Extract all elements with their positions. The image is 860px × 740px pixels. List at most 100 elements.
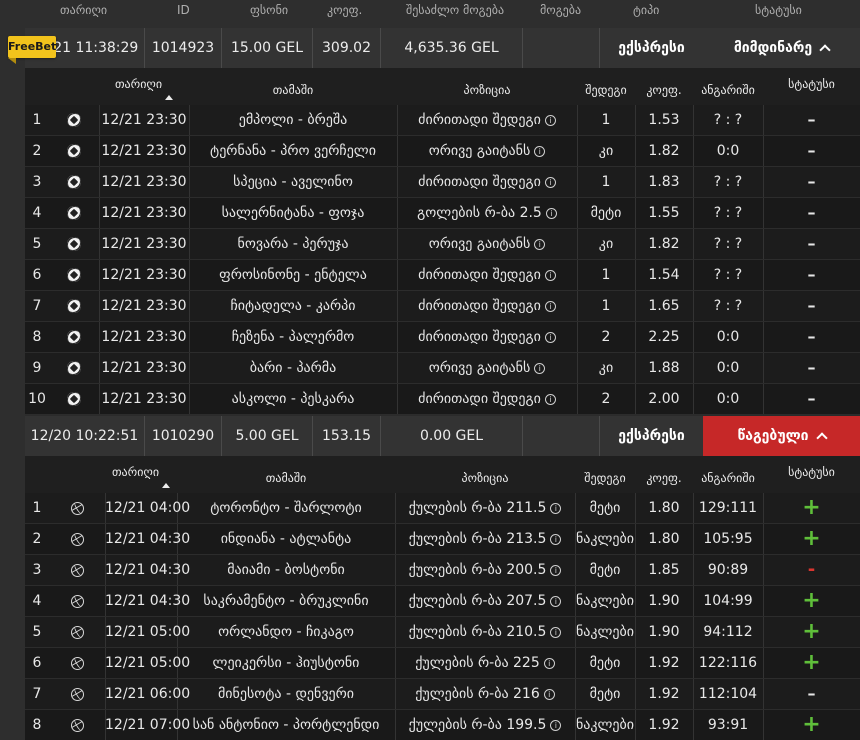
cell-game: ბარი - პარმა (249, 360, 337, 376)
info-icon[interactable]: i (534, 363, 546, 374)
status-cell: – (763, 322, 860, 352)
pending-dash-icon: – (807, 203, 816, 222)
cell-date: 12/21 04:30 (105, 531, 191, 547)
cell-game: ტერნანა - პრო ვერჩელი (210, 143, 376, 159)
header-score: ანგარიში (693, 83, 763, 97)
status-cell: + (763, 524, 860, 554)
sport-cell (49, 353, 99, 383)
position-cell: ძირითადი შედეგი i (397, 384, 577, 414)
header-date-label: თარიღი (111, 465, 160, 479)
cell-game: ასკოლი - პესკარა (231, 391, 355, 407)
cell-result: მეტი (589, 686, 621, 702)
info-icon[interactable]: i (545, 208, 557, 219)
cell-score: ? : ? (713, 267, 743, 283)
header-result-label: შედეგი (584, 471, 626, 485)
info-icon[interactable]: i (544, 115, 556, 126)
details-header: თარიღი თამაში პოზიცია შედეგი კოეფ. ანგარიში სტ… (25, 68, 860, 105)
bet-date: 12/20 10:22:51 (25, 416, 145, 456)
soccer-ball-icon (67, 299, 81, 313)
info-icon[interactable]: i (544, 301, 556, 312)
info-icon[interactable]: i (550, 534, 562, 545)
cell-result: 1 (601, 267, 611, 283)
bet-status-toggle-button[interactable]: მიმდინარე (703, 28, 860, 68)
info-icon[interactable]: i (550, 720, 562, 731)
table-row: 9 12/21 23:30 ბარი - პარმა ორივე გაიტანს i კი… (25, 353, 860, 384)
status-cell: – (763, 198, 860, 228)
soccer-ball-icon (67, 144, 81, 158)
position-cell: ქულების რ-ბა 200.5 i (395, 555, 575, 585)
sort-ascending-icon (165, 95, 174, 100)
position-label: ქულების რ-ბა 199.5 (408, 717, 547, 733)
cell-result: მეტი (590, 205, 622, 221)
col-possible-win: შესაძლო მოგება (406, 3, 505, 17)
cell-result: ნაკლები (575, 624, 635, 640)
header-date-label: თარიღი (114, 77, 163, 91)
cell-score: 129:111 (698, 500, 758, 516)
header-result: შედეგი (575, 471, 635, 485)
cell-n: 3 (32, 174, 42, 190)
cell-coef: 1.90 (648, 624, 680, 640)
cell-coef: 1.82 (648, 143, 680, 159)
status-cell: – (763, 679, 860, 709)
header-status: სტატუსი (763, 77, 860, 91)
info-icon[interactable]: i (534, 239, 546, 250)
position-label: გოლების რ-ბა 2.5 (417, 205, 542, 221)
table-row: 1 12/21 23:30 ემპოლი - ბრეშა ძირითადი შედეგ… (25, 105, 860, 136)
status-cell: – (763, 291, 860, 321)
header-status-label: სტატუსი (788, 465, 835, 479)
header-status: სტატუსი (763, 465, 860, 479)
cell-coef: 2.00 (648, 391, 680, 407)
bet-summary-row[interactable]: 12/20 10:22:51 1010290 5.00 GEL 153.15 0.00 … (25, 416, 860, 456)
info-icon[interactable]: i (550, 596, 562, 607)
table-row: 7 12/21 06:00 მინესოტა - დენვერი ქულების რ-… (25, 679, 860, 710)
cell-result: მეტი (589, 562, 621, 578)
info-icon[interactable]: i (534, 146, 546, 157)
info-icon[interactable]: i (544, 332, 556, 343)
table-row: 6 12/21 05:00 ლეიკერსი - ჰიუსტონი ქულების რ… (25, 648, 860, 679)
position-label: ძირითადი შედეგი (418, 174, 541, 190)
info-icon[interactable]: i (550, 565, 562, 576)
cell-game: მინესოტა - დენვერი (217, 686, 355, 702)
sort-ascending-icon (162, 483, 171, 488)
lost-minus-icon: - (807, 559, 816, 580)
bet-status-label: მიმდინარე (733, 40, 813, 56)
header-date[interactable]: თარიღი (99, 77, 189, 100)
cell-score: 0:0 (716, 391, 740, 407)
cell-coef: 1.92 (648, 686, 680, 702)
cell-game: ჩეზენა - პალერმო (231, 329, 355, 345)
header-date[interactable]: თარიღი (105, 465, 177, 488)
table-row: 10 12/21 23:30 ასკოლი - პესკარა ძირითადი შე… (25, 384, 860, 415)
position-cell: ქულების რ-ბა 211.5 i (395, 493, 575, 523)
position-cell: ძირითადი შედეგი i (397, 322, 577, 352)
status-cell: – (763, 353, 860, 383)
table-row: 4 12/21 04:30 საკრამენტო - ბრუკლინი ქულების… (25, 586, 860, 617)
col-id: ID (177, 3, 190, 17)
info-icon[interactable]: i (544, 177, 556, 188)
table-row: 2 12/21 04:30 ინდიანა - ატლანტა ქულების რ-ბ… (25, 524, 860, 555)
info-icon[interactable]: i (550, 503, 562, 514)
bet-coef: 309.02 (313, 28, 381, 68)
cell-score: 0:0 (716, 329, 740, 345)
info-icon[interactable]: i (550, 627, 562, 638)
bet-type-label: ექსპრესი (618, 40, 685, 56)
bet-status-toggle-button[interactable]: წაგებული (703, 416, 860, 456)
sport-cell (49, 198, 99, 228)
cell-date: 12/21 06:00 (105, 686, 191, 702)
info-icon[interactable]: i (544, 270, 556, 281)
status-cell: + (763, 710, 860, 740)
bet-summary-row[interactable]: 12/21 11:38:29 1014923 15.00 GEL 309.02 4,63… (25, 28, 860, 68)
cell-date: 12/21 23:30 (101, 236, 187, 252)
info-icon[interactable]: i (543, 689, 555, 700)
cell-date: 12/21 07:00 (105, 717, 191, 733)
info-icon[interactable]: i (543, 658, 555, 669)
info-icon[interactable]: i (544, 394, 556, 405)
sport-cell (49, 493, 105, 523)
pending-dash-icon: – (807, 172, 816, 191)
bet-amount: 4,635.36 GEL (381, 28, 523, 68)
bet-coef: 153.15 (313, 416, 381, 456)
header-position-label: პოზიცია (461, 471, 509, 485)
cell-date: 12/21 04:30 (105, 593, 191, 609)
table-row: 4 12/21 23:30 სალერნიტანა - ფოჯა გოლების რ-… (25, 198, 860, 229)
header-position: პოზიცია (397, 83, 577, 97)
position-label: ორივე გაიტანს (428, 236, 531, 252)
